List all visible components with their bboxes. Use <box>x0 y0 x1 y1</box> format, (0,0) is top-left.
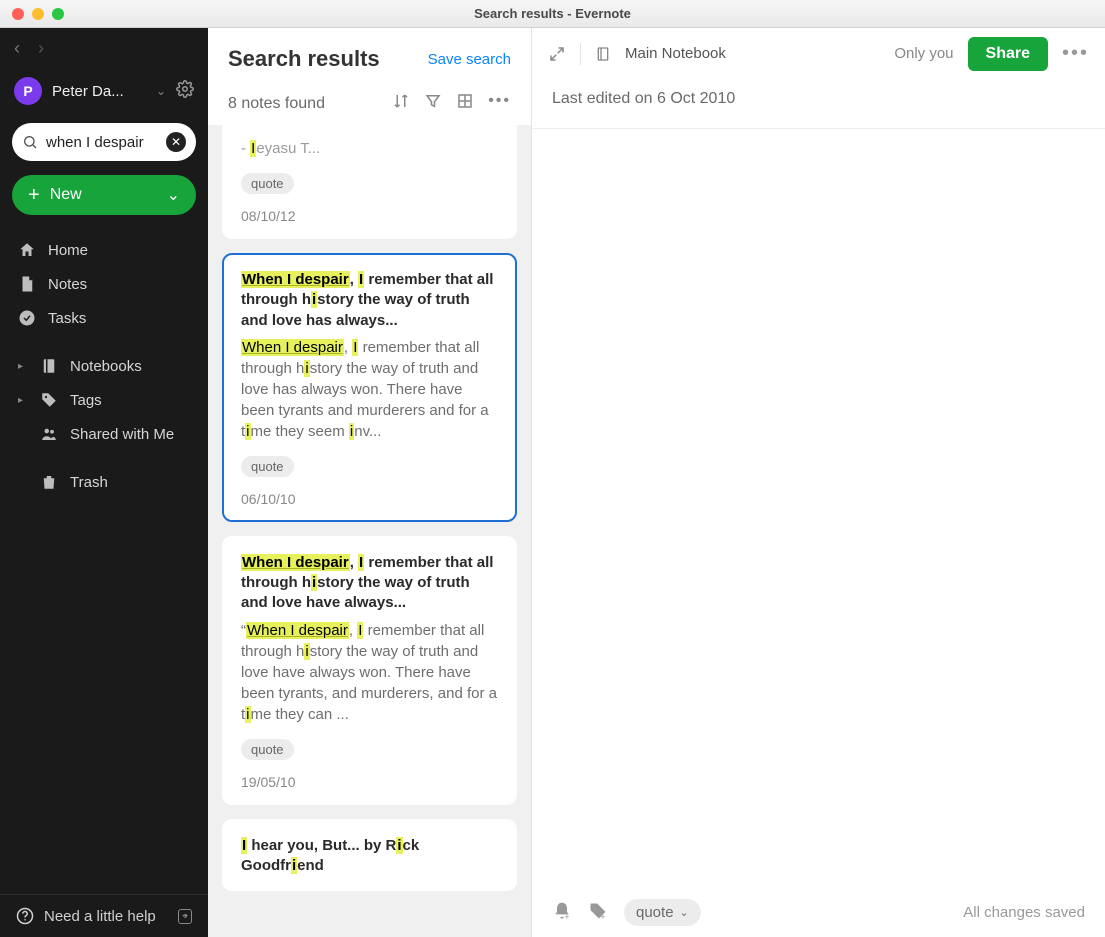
note-detail: Main Notebook Only you Share ••• Last ed… <box>532 28 1105 937</box>
result-snippet: When I despair, I remember that all thro… <box>241 337 498 442</box>
new-button[interactable]: + New ⌄ <box>12 175 196 215</box>
chevron-down-icon: ⌄ <box>680 906 689 919</box>
result-tag: quote <box>241 173 294 194</box>
sort-icon[interactable] <box>392 92 410 115</box>
results-title: Search results <box>228 46 380 72</box>
titlebar: Search results - Evernote <box>0 0 1105 28</box>
notebook-icon[interactable] <box>595 46 611 62</box>
save-status: All changes saved <box>963 904 1085 921</box>
view-icon[interactable] <box>456 92 474 115</box>
result-tag: quote <box>241 456 294 477</box>
window-minimize[interactable] <box>32 8 44 20</box>
sidebar-item-label: Shared with Me <box>70 426 174 443</box>
sidebar-item-shared[interactable]: ▸ Shared with Me <box>0 417 208 451</box>
result-snippet: - Ieyasu T... <box>241 138 498 159</box>
avatar: P <box>14 77 42 105</box>
search-input[interactable] <box>46 134 158 151</box>
tasks-icon <box>18 309 36 327</box>
sidebar: ‹ › P Peter Da... ⌄ ✕ + New ⌄ <box>0 28 208 937</box>
result-title: I hear you, But... by Rick Goodfriend <box>241 836 498 877</box>
nav-back[interactable]: ‹ <box>14 38 20 59</box>
result-tag: quote <box>241 739 294 760</box>
caret-right-icon: ▸ <box>18 395 28 406</box>
sidebar-item-label: Notebooks <box>70 358 142 375</box>
sidebar-item-label: Tags <box>70 392 102 409</box>
help-icon <box>16 907 34 925</box>
tag-chip-label: quote <box>636 904 674 921</box>
help-button[interactable]: Need a little help ⌖ <box>0 894 208 937</box>
result-card[interactable]: When I despair, I remember that all thro… <box>222 253 517 522</box>
search-icon <box>22 134 38 150</box>
note-body[interactable] <box>532 129 1105 887</box>
results-column: Search results Save search 8 notes found… <box>208 28 532 937</box>
sidebar-item-home[interactable]: Home <box>0 233 208 267</box>
clear-search-button[interactable]: ✕ <box>166 132 186 152</box>
sidebar-item-label: Notes <box>48 276 87 293</box>
sidebar-item-label: Trash <box>70 474 108 491</box>
search-input-container[interactable]: ✕ <box>12 123 196 161</box>
expand-icon[interactable] <box>548 45 566 63</box>
window-title: Search results - Evernote <box>0 6 1105 21</box>
user-menu[interactable]: P Peter Da... ⌄ <box>0 69 208 119</box>
notebook-icon <box>40 357 58 375</box>
save-search-link[interactable]: Save search <box>428 51 511 68</box>
svg-text:+: + <box>601 911 606 921</box>
sidebar-item-tags[interactable]: ▸ Tags <box>0 383 208 417</box>
sharing-status: Only you <box>894 45 953 62</box>
filter-icon[interactable] <box>424 92 442 115</box>
add-tag-icon[interactable]: + <box>588 901 608 924</box>
chevron-down-icon: ⌄ <box>167 185 180 205</box>
gear-icon[interactable] <box>176 80 194 103</box>
svg-text:+: + <box>565 911 570 921</box>
new-button-label: New <box>50 186 82 204</box>
sidebar-item-notebooks[interactable]: ▸ Notebooks <box>0 349 208 383</box>
shared-icon <box>40 425 58 443</box>
tag-chip[interactable]: quote ⌄ <box>624 899 701 926</box>
window-close[interactable] <box>12 8 24 20</box>
trash-icon <box>40 473 58 491</box>
help-badge-icon: ⌖ <box>178 909 192 924</box>
result-title: When I despair, I remember that all thro… <box>241 270 498 331</box>
reminder-icon[interactable]: + <box>552 901 572 924</box>
result-date: 19/05/10 <box>241 774 498 790</box>
notes-icon <box>18 275 36 293</box>
chevron-down-icon: ⌄ <box>156 84 166 98</box>
help-label: Need a little help <box>44 908 156 925</box>
results-count: 8 notes found <box>228 95 392 113</box>
window-maximize[interactable] <box>52 8 64 20</box>
more-icon[interactable]: ••• <box>488 92 511 115</box>
user-name: Peter Da... <box>52 83 146 100</box>
result-card[interactable]: - Ieyasu T... quote 08/10/12 <box>222 125 517 239</box>
tag-icon <box>40 391 58 409</box>
plus-icon: + <box>28 184 40 207</box>
result-date: 08/10/12 <box>241 208 498 224</box>
result-card[interactable]: I hear you, But... by Rick Goodfriend <box>222 819 517 892</box>
sidebar-item-label: Home <box>48 242 88 259</box>
sidebar-item-label: Tasks <box>48 310 86 327</box>
result-card[interactable]: When I despair, I remember that all thro… <box>222 536 517 805</box>
result-date: 06/10/10 <box>241 491 498 507</box>
share-button[interactable]: Share <box>968 37 1048 71</box>
result-title: When I despair, I remember that all thro… <box>241 553 498 614</box>
home-icon <box>18 241 36 259</box>
sidebar-item-notes[interactable]: Notes <box>0 267 208 301</box>
notebook-name[interactable]: Main Notebook <box>625 45 726 62</box>
nav-forward[interactable]: › <box>38 38 44 59</box>
more-actions[interactable]: ••• <box>1062 42 1089 65</box>
caret-right-icon: ▸ <box>18 361 28 372</box>
sidebar-item-trash[interactable]: ▸ Trash <box>0 465 208 499</box>
sidebar-item-tasks[interactable]: Tasks <box>0 301 208 335</box>
result-snippet: “When I despair, I remember that all thr… <box>241 620 498 725</box>
last-edited: Last edited on 6 Oct 2010 <box>532 80 1105 129</box>
